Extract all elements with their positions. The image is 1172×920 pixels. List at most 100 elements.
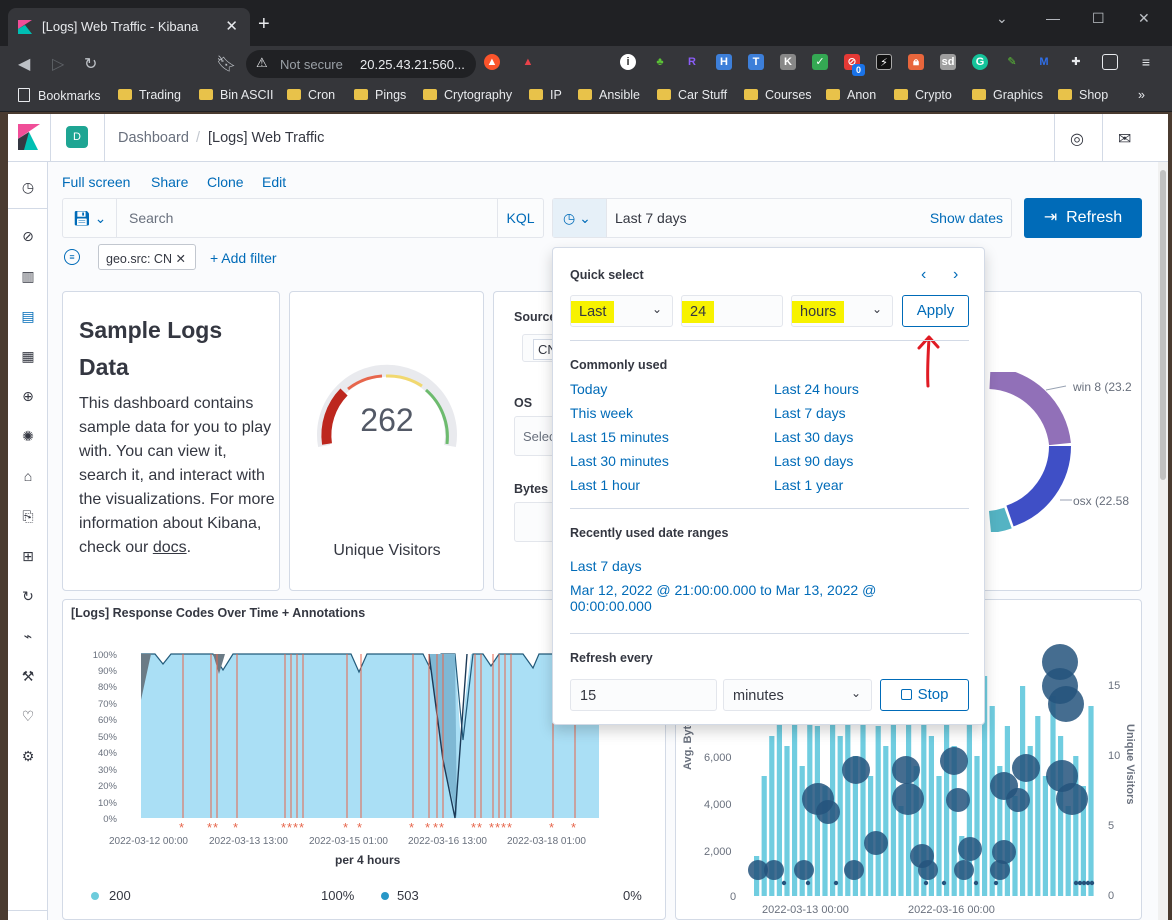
bookmark-folder[interactable]: Cron [287, 88, 335, 102]
bookmark-folder[interactable]: Pings [354, 88, 406, 102]
quick-last-7-days[interactable]: Last 7 days [774, 405, 846, 421]
wallet-icon[interactable] [1102, 54, 1118, 70]
bookmark-page-icon[interactable]: 🔖︎ [216, 54, 236, 74]
bytes-bar[interactable] [898, 806, 904, 896]
reload-icon[interactable]: ↻ [84, 54, 97, 74]
bytes-bar[interactable] [784, 746, 790, 896]
annotation-marker[interactable]: * [549, 820, 554, 835]
annotation-marker[interactable]: * [477, 820, 482, 835]
annotation-marker[interactable]: * [571, 820, 576, 835]
bookmark-folder[interactable]: Shop [1058, 88, 1108, 102]
tense-select[interactable]: Last ⌄ [570, 295, 673, 327]
tab-close-icon[interactable]: ✕ [225, 17, 238, 35]
visitors-bubble[interactable] [1042, 644, 1078, 680]
previous-range-icon[interactable]: ‹ [921, 266, 926, 284]
extension-r-icon[interactable]: R [684, 54, 700, 70]
kql-toggle[interactable]: KQL [497, 199, 543, 237]
date-range-text[interactable]: Last 7 days [615, 210, 687, 226]
extension-pen-icon[interactable]: ✎ [1004, 54, 1020, 70]
bytes-bar[interactable] [1042, 776, 1048, 896]
annotation-marker[interactable]: * [287, 820, 292, 835]
monitoring-icon[interactable]: ♡ [20, 708, 36, 724]
browser-tab[interactable]: [Logs] Web Traffic - Kibana ✕ [8, 8, 250, 46]
recent-range-item[interactable]: Last 7 days [570, 558, 642, 574]
visitors-point[interactable] [781, 880, 787, 886]
annotation-marker[interactable]: * [357, 820, 362, 835]
visitors-bubble[interactable] [918, 860, 938, 880]
annotation-marker[interactable]: * [233, 820, 238, 835]
visitors-point[interactable] [1077, 880, 1083, 886]
annotation-marker[interactable]: * [439, 820, 444, 835]
show-dates-link[interactable]: Show dates [930, 210, 1003, 226]
bytes-bar[interactable] [1065, 806, 1071, 896]
visitors-bubble[interactable] [892, 756, 920, 784]
canvas-icon[interactable]: ▦ [20, 348, 36, 364]
visitors-bubble[interactable] [1006, 788, 1030, 812]
apply-button[interactable]: Apply [902, 295, 969, 327]
filter-pill[interactable]: geo.src: CN ✕ [98, 244, 196, 270]
full-screen-link[interactable]: Full screen [62, 174, 130, 190]
browser-menu-icon[interactable]: ≡ [1138, 54, 1154, 70]
annotation-marker[interactable]: * [495, 820, 500, 835]
kibana-logo-icon[interactable] [18, 124, 40, 150]
annotation-marker[interactable]: * [433, 820, 438, 835]
share-link[interactable]: Share [151, 174, 188, 190]
bookmark-folder[interactable]: Anon [826, 88, 876, 102]
bookmark-folder[interactable]: Crypto [894, 88, 952, 102]
bookmark-folder[interactable]: Ansible [578, 88, 640, 102]
legend-name[interactable]: 200 [109, 888, 131, 903]
quick-last-1-year[interactable]: Last 1 year [774, 477, 843, 493]
quick-select-button[interactable]: ◷ ⌄ [553, 199, 607, 237]
help-icon[interactable]: ◎ [1070, 129, 1084, 149]
next-range-icon[interactable]: › [953, 266, 958, 284]
visitors-bubble[interactable] [1012, 754, 1040, 782]
quick-value-input[interactable]: 24 [681, 295, 783, 327]
quick-last-30-min[interactable]: Last 30 minutes [570, 453, 669, 469]
visitors-bubble[interactable] [892, 783, 924, 815]
annotation-marker[interactable]: * [501, 820, 506, 835]
bookmark-folder[interactable]: Car Stuff [657, 88, 727, 102]
visitors-point[interactable] [1085, 880, 1091, 886]
quick-last-1-hour[interactable]: Last 1 hour [570, 477, 640, 493]
forward-icon[interactable]: ▷ [52, 54, 64, 74]
bytes-bar[interactable] [1035, 716, 1041, 896]
bookmark-folder[interactable]: Courses [744, 88, 812, 102]
extension-sd-icon[interactable]: sd [940, 54, 956, 70]
annotation-marker[interactable]: * [281, 820, 286, 835]
edit-link[interactable]: Edit [262, 174, 286, 190]
visitors-bubble[interactable] [794, 860, 814, 880]
search-input[interactable]: Search [129, 210, 173, 226]
quick-last-24-hours[interactable]: Last 24 hours [774, 381, 859, 397]
bookmarks-overflow-icon[interactable]: » [1138, 88, 1145, 102]
bookmark-folder[interactable]: Graphics [972, 88, 1043, 102]
remove-filter-icon[interactable]: ✕ [175, 252, 185, 266]
visitors-point[interactable] [923, 880, 929, 886]
visitors-bubble[interactable] [954, 860, 974, 880]
annotation-marker[interactable]: * [489, 820, 494, 835]
grammarly-icon[interactable]: G [972, 54, 988, 70]
bookmark-folder[interactable]: Bin ASCII [199, 88, 274, 102]
apm-icon[interactable]: ⊞ [20, 548, 36, 564]
refresh-interval-input[interactable]: 15 [570, 679, 717, 711]
ml-icon[interactable]: ✺ [20, 428, 36, 444]
recent-range-item-cont[interactable]: 00:00:00.000 [570, 598, 652, 614]
annotation-marker[interactable]: * [507, 820, 512, 835]
bytes-bar[interactable] [974, 756, 980, 896]
back-icon[interactable]: ◀ [18, 54, 30, 74]
dashboard-icon[interactable]: ▤ [20, 308, 36, 324]
bookmark-folder[interactable]: Trading [118, 88, 181, 102]
visitors-bubble[interactable] [842, 756, 870, 784]
visitors-point[interactable] [941, 880, 947, 886]
visitors-bubble[interactable] [958, 837, 982, 861]
quick-this-week[interactable]: This week [570, 405, 633, 421]
logs-icon[interactable]: ⎘ [20, 508, 36, 524]
maximize-icon[interactable]: ☐ [1092, 10, 1105, 27]
quick-last-30-days[interactable]: Last 30 days [774, 429, 853, 445]
visitors-point[interactable] [1073, 880, 1079, 886]
recent-range-item[interactable]: Mar 12, 2022 @ 21:00:00.000 to Mar 13, 2… [570, 582, 876, 598]
visitors-point[interactable] [993, 880, 999, 886]
visitors-bubble[interactable] [940, 747, 968, 775]
bytes-bar[interactable] [1088, 706, 1094, 896]
refresh-button[interactable]: ⇥ Refresh [1024, 198, 1142, 238]
quick-last-15-min[interactable]: Last 15 minutes [570, 429, 669, 445]
